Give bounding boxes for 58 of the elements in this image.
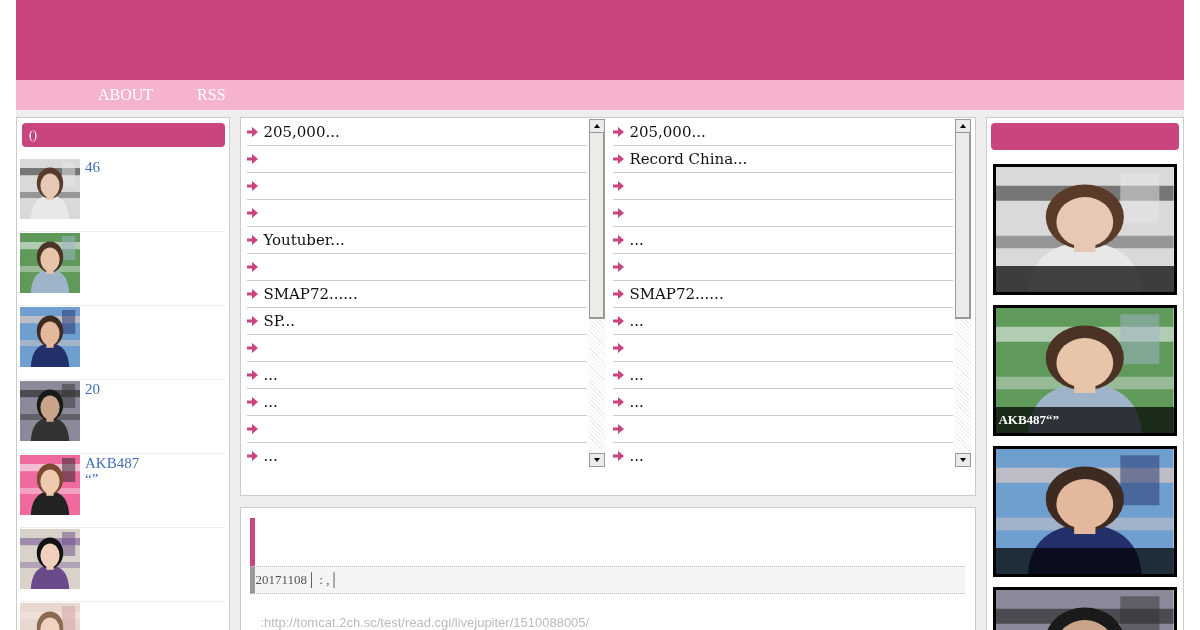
post-meta: 20171108│ : ,│	[250, 566, 966, 594]
arrow-icon	[247, 153, 260, 165]
scrollbar[interactable]	[589, 119, 606, 467]
arrow-icon	[613, 261, 626, 273]
news-link[interactable]: SMAP72......	[263, 285, 358, 303]
arrow-icon	[247, 315, 260, 327]
scrollbar-thumb[interactable]	[589, 133, 606, 319]
arrow-icon	[247, 369, 260, 381]
scrollbar-thumb[interactable]	[955, 133, 972, 319]
arrow-icon	[247, 207, 260, 219]
news-link[interactable]: Record China...	[629, 150, 748, 168]
article-link[interactable]: 46	[85, 159, 100, 175]
arrow-icon	[247, 342, 260, 354]
scroll-up-icon[interactable]	[959, 122, 968, 130]
news-link[interactable]: ...	[629, 447, 644, 465]
news-link[interactable]: SMAP72......	[629, 285, 724, 303]
arrow-icon	[247, 180, 260, 192]
arrow-icon	[613, 207, 626, 219]
arrow-icon	[613, 288, 626, 300]
arrow-icon	[247, 450, 260, 462]
arrow-icon	[247, 288, 260, 300]
arrow-icon	[613, 315, 626, 327]
article-link[interactable]: AKB487	[85, 455, 140, 471]
arrow-icon	[247, 396, 260, 408]
news-link[interactable]: SP...	[263, 312, 296, 330]
news-link[interactable]: ...	[629, 312, 644, 330]
arrow-icon	[247, 423, 260, 435]
scroll-up-icon[interactable]	[593, 122, 602, 130]
news-link[interactable]: ...	[629, 366, 644, 384]
arrow-icon	[613, 126, 626, 138]
news-link[interactable]: ...	[629, 231, 644, 249]
scroll-down-icon[interactable]	[959, 456, 968, 464]
arrow-icon	[247, 234, 260, 246]
caption-text: AKB487“”	[998, 412, 1060, 428]
news-link[interactable]: ...	[263, 393, 278, 411]
news-link[interactable]: ...	[629, 393, 644, 411]
source-text: :http://tomcat.2ch.sc/test/read.cgi/livejupiter/1510088005/	[259, 614, 591, 630]
news-link[interactable]: ...	[263, 447, 278, 465]
picture-card[interactable]: AKB487“”	[993, 305, 1177, 436]
news-link[interactable]: Youtuber...	[263, 231, 345, 249]
arrow-icon	[613, 180, 626, 192]
arrow-icon	[613, 234, 626, 246]
news-link[interactable]: ...	[263, 366, 278, 384]
scrollbar[interactable]	[955, 119, 972, 467]
article-link[interactable]: “”	[85, 471, 99, 487]
article-link[interactable]: 20	[85, 381, 100, 397]
scroll-down-icon[interactable]	[593, 456, 602, 464]
arrow-icon	[613, 450, 626, 462]
arrow-icon	[613, 369, 626, 381]
news-link[interactable]: 205,000...	[629, 123, 706, 141]
sidebar-title: ()	[22, 123, 226, 147]
arrow-icon	[247, 126, 260, 138]
arrow-icon	[613, 342, 626, 354]
arrow-icon	[613, 423, 626, 435]
arrow-icon	[613, 396, 626, 408]
arrow-icon	[613, 153, 626, 165]
arrow-icon	[247, 261, 260, 273]
news-link[interactable]: 205,000...	[263, 123, 340, 141]
